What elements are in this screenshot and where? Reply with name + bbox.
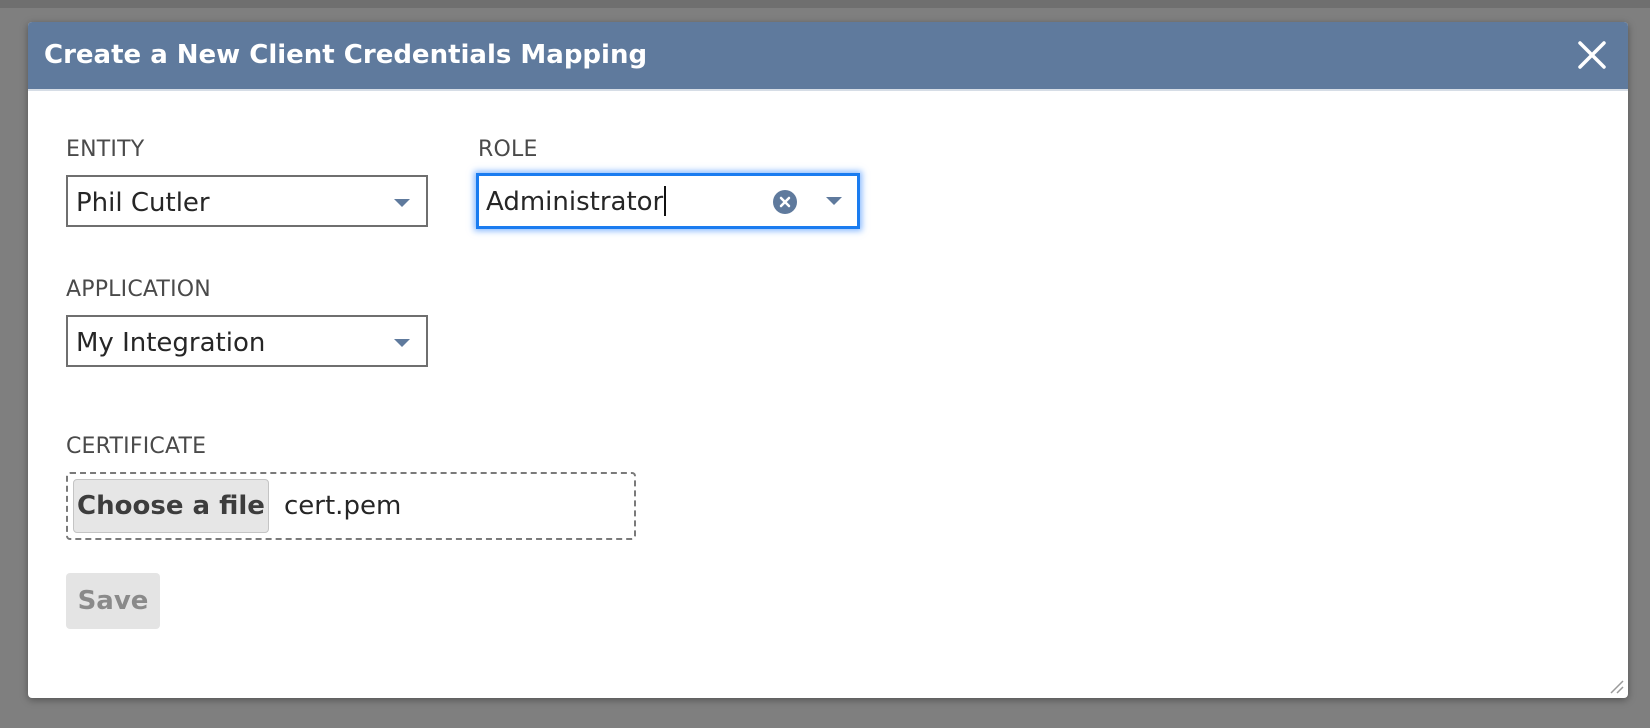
application-value: My Integration — [76, 328, 266, 358]
close-button[interactable] — [1576, 39, 1608, 71]
entity-label: ENTITY — [66, 137, 145, 162]
chevron-down-icon[interactable] — [826, 197, 842, 205]
role-input[interactable]: Administrator — [486, 185, 667, 218]
entity-value: Phil Cutler — [76, 188, 210, 218]
entity-select[interactable]: Phil Cutler — [66, 175, 428, 227]
dialog-header: Create a New Client Credentials Mapping — [28, 22, 1628, 91]
choose-file-button[interactable]: Choose a file — [73, 479, 269, 533]
certificate-label: CERTIFICATE — [66, 434, 207, 459]
role-select[interactable]: Administrator — [476, 173, 860, 229]
application-select[interactable]: My Integration — [66, 315, 428, 367]
credentials-mapping-dialog: Create a New Client Credentials Mapping … — [28, 22, 1628, 698]
save-button[interactable]: Save — [66, 573, 160, 629]
page-background-strip — [0, 0, 1650, 8]
dialog-title: Create a New Client Credentials Mapping — [44, 40, 648, 70]
chevron-down-icon[interactable] — [394, 339, 410, 347]
certificate-file-input[interactable]: Choose a file cert.pem — [66, 472, 636, 540]
clear-icon[interactable] — [773, 190, 797, 214]
clear-x-glyph — [779, 196, 791, 208]
role-label: ROLE — [478, 137, 538, 162]
close-icon — [1578, 41, 1606, 69]
selected-file-name: cert.pem — [284, 491, 402, 521]
text-cursor — [664, 185, 667, 216]
chevron-down-icon[interactable] — [394, 199, 410, 207]
role-value: Administrator — [486, 187, 664, 217]
resize-grip-icon[interactable] — [1606, 676, 1624, 694]
application-label: APPLICATION — [66, 277, 211, 302]
